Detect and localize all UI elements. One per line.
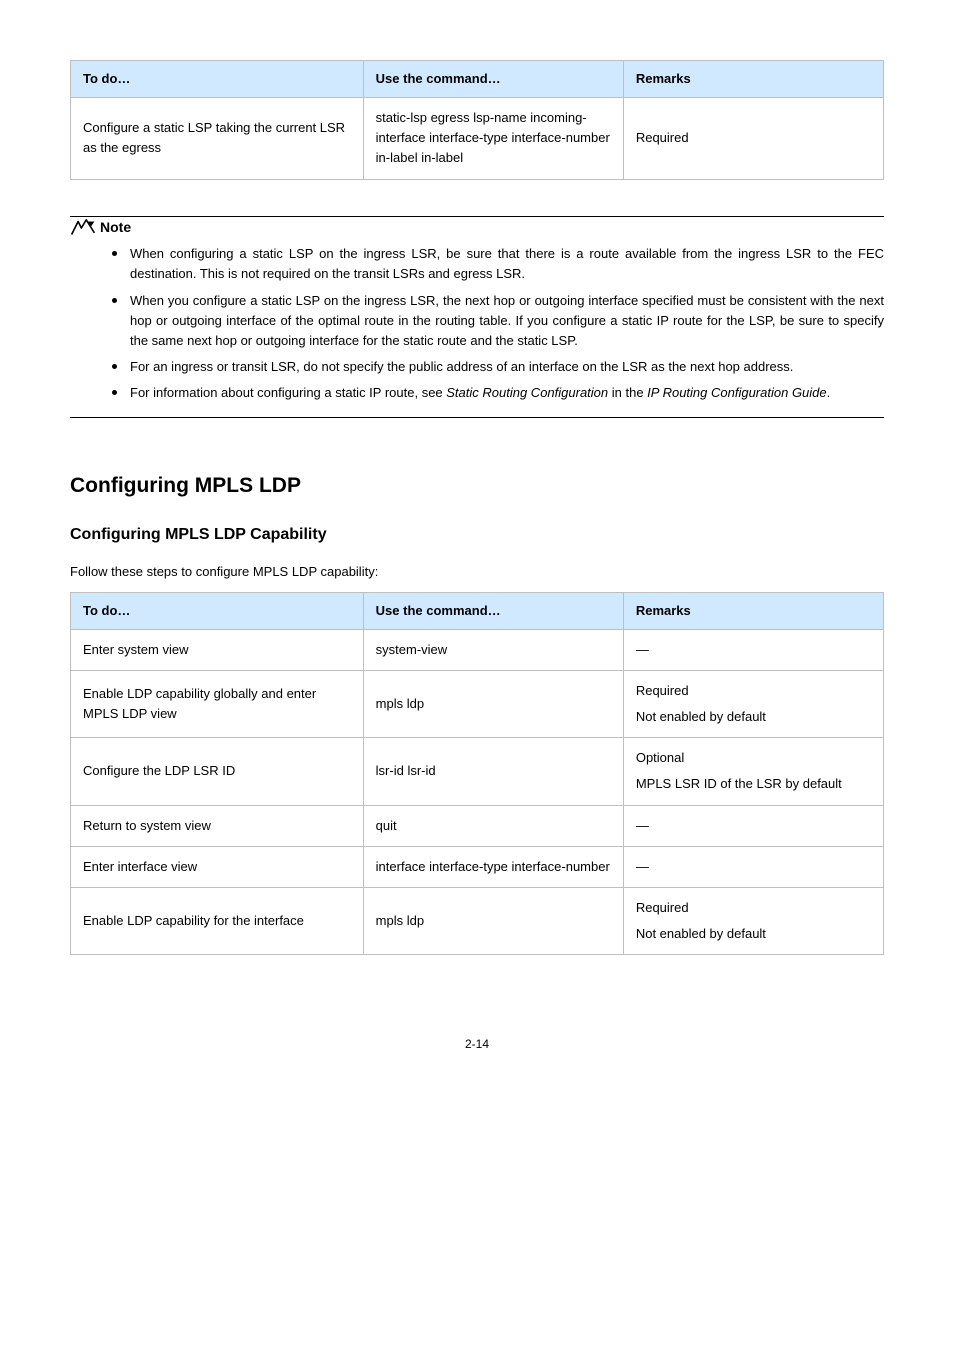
list-item: When configuring a static LSP on the ing… — [112, 244, 884, 284]
cell: Required Not enabled by default — [623, 887, 883, 954]
remark-line: Required — [636, 898, 871, 918]
cell: Optional MPLS LSR ID of the LSR by defau… — [623, 738, 883, 805]
t1-header-todo: To do… — [71, 61, 364, 98]
t1-header-remarks: Remarks — [623, 61, 883, 98]
cell: Return to system view — [71, 805, 364, 846]
cell: Configure the LDP LSR ID — [71, 738, 364, 805]
cell: mpls ldp — [363, 887, 623, 954]
cell: lsr-id lsr-id — [363, 738, 623, 805]
table-row: Enter interface view interface interface… — [71, 846, 884, 887]
cell: Enter system view — [71, 629, 364, 670]
t1-r0-c2: Required — [623, 98, 883, 179]
note-text: For an ingress or transit LSR, do not sp… — [130, 359, 793, 374]
remark-line: Not enabled by default — [636, 924, 871, 944]
note-icon — [70, 218, 96, 238]
t1-r0-c1: static-lsp egress lsp-name incoming-inte… — [363, 98, 623, 179]
list-item: When you configure a static LSP on the i… — [112, 291, 884, 351]
table-row: Enter system view system-view — — [71, 629, 884, 670]
cell: Enable LDP capability for the interface — [71, 887, 364, 954]
note-ref: IP Routing Configuration Guide — [647, 385, 826, 400]
t1-r0-c0: Configure a static LSP taking the curren… — [71, 98, 364, 179]
note-text: When you configure a static LSP on the i… — [130, 293, 884, 348]
page-heading: Configuring MPLS LDP — [70, 470, 884, 503]
note-text: in the — [608, 385, 647, 400]
table-row: Configure the LDP LSR ID lsr-id lsr-id O… — [71, 738, 884, 805]
note-ref: Static Routing Configuration — [446, 385, 608, 400]
t2-header-todo: To do… — [71, 592, 364, 629]
lead-text: Follow these steps to configure MPLS LDP… — [70, 562, 884, 582]
note-text: For information about configuring a stat… — [130, 385, 446, 400]
t1-header-cmd: Use the command… — [363, 61, 623, 98]
ldp-config-table: To do… Use the command… Remarks Enter sy… — [70, 592, 884, 955]
cell: mpls ldp — [363, 671, 623, 738]
static-lsp-table: To do… Use the command… Remarks Configur… — [70, 60, 884, 180]
remark-line: Required — [636, 681, 871, 701]
table-row: Enable LDP capability globally and enter… — [71, 671, 884, 738]
table-row: Configure a static LSP taking the curren… — [71, 98, 884, 179]
note-text: When configuring a static LSP on the ing… — [130, 246, 884, 281]
note-list: When configuring a static LSP on the ing… — [70, 244, 884, 403]
remark-line: MPLS LSR ID of the LSR by default — [636, 774, 871, 794]
note-title: Note — [100, 217, 131, 239]
cell: system-view — [363, 629, 623, 670]
cell: Enter interface view — [71, 846, 364, 887]
table-row: Return to system view quit — — [71, 805, 884, 846]
remark-line: Optional — [636, 748, 871, 768]
cell: Required Not enabled by default — [623, 671, 883, 738]
list-item: For an ingress or transit LSR, do not sp… — [112, 357, 884, 377]
remark-line: Not enabled by default — [636, 707, 871, 727]
cell: interface interface-type interface-numbe… — [363, 846, 623, 887]
t2-header-remarks: Remarks — [623, 592, 883, 629]
section-heading: Configuring MPLS LDP Capability — [70, 523, 884, 548]
cell: quit — [363, 805, 623, 846]
cell: — — [623, 805, 883, 846]
note-section: Note When configuring a static LSP on th… — [70, 216, 884, 419]
t2-header-cmd: Use the command… — [363, 592, 623, 629]
cell: — — [623, 629, 883, 670]
list-item: For information about configuring a stat… — [112, 383, 884, 403]
table-row: Enable LDP capability for the interface … — [71, 887, 884, 954]
cell: Enable LDP capability globally and enter… — [71, 671, 364, 738]
page-number: 2-14 — [70, 1035, 884, 1054]
note-bottom-rule — [70, 417, 884, 418]
note-text: . — [827, 385, 831, 400]
cell: — — [623, 846, 883, 887]
